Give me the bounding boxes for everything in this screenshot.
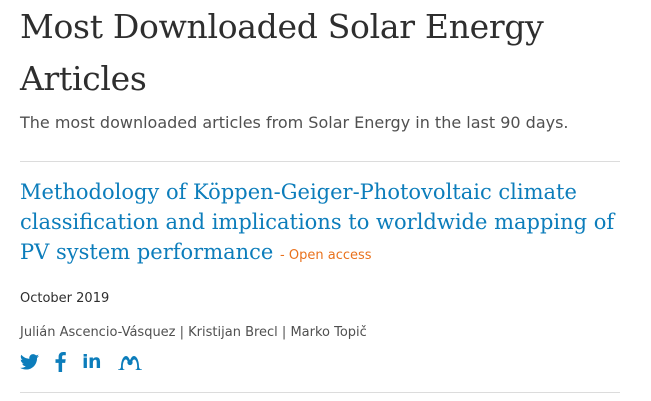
bottom-divider: [20, 392, 620, 393]
page-content: Most Downloaded Solar Energy Articles The…: [20, 0, 620, 374]
mendeley-icon: [118, 356, 143, 370]
mendeley-share-link[interactable]: [117, 354, 143, 370]
article-item: Methodology of Köppen-Geiger-Photovoltai…: [20, 162, 620, 374]
article-date: October 2019: [20, 291, 110, 306]
twitter-share-link[interactable]: [20, 354, 39, 370]
linkedin-share-link[interactable]: in: [82, 351, 102, 373]
facebook-share-link[interactable]: [55, 352, 66, 372]
twitter-icon: [20, 354, 39, 370]
article-authors: Julián Ascencio-Vásquez | Kristijan Brec…: [20, 325, 367, 340]
linkedin-icon: in: [82, 351, 102, 373]
page-title-line1: Most Downloaded Solar Energy: [20, 7, 544, 46]
article-title-link[interactable]: Methodology of Köppen-Geiger-Photovoltai…: [20, 177, 620, 271]
page-title: Most Downloaded Solar Energy Articles: [20, 0, 620, 105]
page-subtitle: The most downloaded articles from Solar …: [20, 113, 569, 132]
open-access-label: - Open access: [280, 248, 372, 263]
share-links: in: [20, 350, 620, 374]
facebook-icon: [55, 352, 66, 372]
page-title-line2: Articles: [20, 59, 147, 98]
